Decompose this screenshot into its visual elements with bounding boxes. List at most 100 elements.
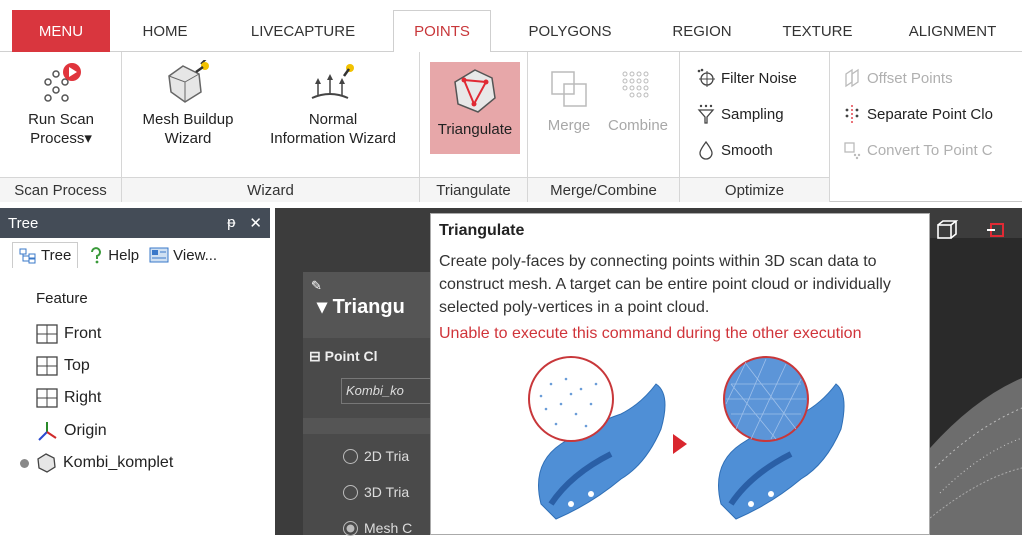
merge-button[interactable]: Merge xyxy=(534,66,604,135)
combine-label: Combine xyxy=(607,117,669,134)
section-title: Point Cl xyxy=(324,348,378,364)
section-view-icon[interactable] xyxy=(985,218,1009,242)
visibility-dot-icon[interactable] xyxy=(20,458,29,468)
tab-menu[interactable]: MENU xyxy=(12,10,110,52)
tree-panel: Tree ᵽ ✕ Tree Help View... Feature Front… xyxy=(0,208,270,535)
tab-tree-label: Tree xyxy=(41,247,72,264)
option-2d[interactable]: 2D Tria xyxy=(343,448,409,464)
triangulate-illustration xyxy=(528,356,845,520)
tree-item-right-label: Right xyxy=(64,389,102,406)
normal-label-1: Normal xyxy=(308,111,358,128)
convert-to-point-button[interactable]: Convert To Point C xyxy=(842,140,993,160)
filter-noise-button[interactable]: Filter Noise xyxy=(696,68,797,88)
triangulate-tooltip: Triangulate Create poly-faces by connect… xyxy=(430,213,930,535)
plane-icon xyxy=(36,356,58,376)
run-scan-icon xyxy=(44,63,81,102)
convert-to-point-label: Convert To Point C xyxy=(867,141,993,159)
option-mesh[interactable]: Mesh C xyxy=(343,520,412,536)
smooth-icon xyxy=(699,140,713,160)
group-label-triangulate: Triangulate xyxy=(420,177,527,202)
tree-item-top-label: Top xyxy=(64,357,90,374)
group-extra: Offset Points Separate Point Clo Convert… xyxy=(830,52,1022,202)
close-icon[interactable]: ✕ xyxy=(249,214,262,232)
mesh-buildup-label-2: Wizard xyxy=(164,130,212,147)
help-icon xyxy=(91,247,102,264)
merge-icon xyxy=(551,71,587,107)
plane-icon xyxy=(36,388,58,408)
tree-item-kombi[interactable]: Kombi_komplet xyxy=(20,452,173,474)
tree-item-origin-label: Origin xyxy=(64,422,107,439)
tree-item-kombi-label: Kombi_komplet xyxy=(63,454,174,471)
filter-noise-label: Filter Noise xyxy=(721,69,797,87)
option-3d[interactable]: 3D Tria xyxy=(343,484,409,500)
pin-icon[interactable]: ᵽ xyxy=(227,214,235,232)
tab-alignment[interactable]: ALIGNMENT xyxy=(890,10,1015,52)
group-label-wizard: Wizard xyxy=(122,177,419,202)
offset-points-icon xyxy=(845,68,859,88)
mesh-buildup-label-1: Mesh Buildup xyxy=(142,111,234,128)
group-label-merge-combine: Merge/Combine xyxy=(528,177,679,202)
normal-information-wizard-button[interactable]: Normal Information Wizard xyxy=(252,60,414,148)
merge-label: Merge xyxy=(547,117,591,134)
sampling-icon xyxy=(697,104,715,124)
tab-help[interactable]: Help xyxy=(88,246,139,264)
separate-point-cloud-label: Separate Point Clo xyxy=(867,105,993,123)
tab-view[interactable]: View... xyxy=(149,247,217,264)
triangulate-icon xyxy=(454,69,496,113)
sampling-label: Sampling xyxy=(721,105,784,123)
tree-item-right[interactable]: Right xyxy=(36,388,101,408)
point-cloud-section: ⊟ Point Cl Kombi_ko xyxy=(303,338,433,418)
tab-view-label: View... xyxy=(173,246,218,264)
normal-information-icon xyxy=(311,64,354,99)
normal-label-2: Information Wizard xyxy=(270,130,396,147)
tab-help-label: Help xyxy=(108,246,140,264)
view-icon xyxy=(149,247,169,263)
point-cloud-field[interactable]: Kombi_ko xyxy=(341,378,433,404)
tooltip-description: Create poly-faces by connecting points w… xyxy=(439,253,891,316)
tree-item-origin[interactable]: Origin xyxy=(36,420,107,442)
tab-tree[interactable]: Tree xyxy=(12,242,79,268)
group-scan-process: Run Scan Process▾ Scan Process xyxy=(0,52,122,202)
option-2d-label: 2D Tria xyxy=(364,448,410,464)
run-scan-label: Run Scan xyxy=(28,111,94,128)
tab-home[interactable]: HOME xyxy=(130,10,200,52)
origin-axes-icon xyxy=(38,422,57,441)
convert-to-point-icon xyxy=(844,142,861,160)
section-header[interactable]: ⊟ Point Cl xyxy=(309,348,378,365)
offset-points-button[interactable]: Offset Points xyxy=(842,68,953,88)
process-label: Process▾ xyxy=(30,130,92,147)
mesh-object-icon xyxy=(37,453,56,473)
group-label-scan-process: Scan Process xyxy=(0,177,121,202)
panel-title-text: Triangu xyxy=(332,296,405,318)
group-triangulate: Triangulate Triangulate xyxy=(420,52,528,202)
tree-panel-header: Tree ᵽ ✕ xyxy=(0,208,270,238)
tree-item-front-label: Front xyxy=(64,325,102,342)
tab-region[interactable]: REGION xyxy=(662,10,742,52)
tree-icon xyxy=(19,248,36,263)
smooth-label: Smooth xyxy=(721,141,773,159)
panel-title: ▾ Triangu xyxy=(317,296,405,318)
panel-pin-icon[interactable]: ✎ xyxy=(311,278,322,294)
plane-icon xyxy=(36,324,58,344)
smooth-button[interactable]: Smooth xyxy=(696,140,773,160)
tab-points[interactable]: POINTS xyxy=(393,10,491,53)
group-merge-combine: Merge Combine Merge/Combine xyxy=(528,52,680,202)
feature-header: Feature xyxy=(36,290,88,307)
sampling-button[interactable]: Sampling xyxy=(696,104,784,124)
tab-polygons[interactable]: POLYGONS xyxy=(515,10,625,52)
view-cube-icon[interactable] xyxy=(935,218,959,242)
triangulate-button[interactable]: Triangulate xyxy=(430,62,520,154)
separate-point-cloud-button[interactable]: Separate Point Clo xyxy=(842,104,993,124)
tooltip-warning: Unable to execute this command during th… xyxy=(439,325,862,342)
triangulate-label: Triangulate xyxy=(437,121,513,138)
tree-item-top[interactable]: Top xyxy=(36,356,90,376)
mesh-buildup-wizard-button[interactable]: Mesh Buildup Wizard xyxy=(132,60,244,148)
tab-texture[interactable]: TEXTURE xyxy=(770,10,865,52)
tree-panel-title: Tree xyxy=(8,214,39,232)
run-scan-process-button[interactable]: Run Scan Process▾ xyxy=(10,60,112,148)
method-section: 2D Tria 3D Tria Mesh C xyxy=(303,434,433,536)
group-optimize: Filter Noise Sampling Smooth Optimize xyxy=(680,52,830,202)
tab-livecapture[interactable]: LIVECAPTURE xyxy=(238,10,368,52)
combine-button[interactable]: Combine xyxy=(600,66,676,135)
tree-item-front[interactable]: Front xyxy=(36,324,101,344)
